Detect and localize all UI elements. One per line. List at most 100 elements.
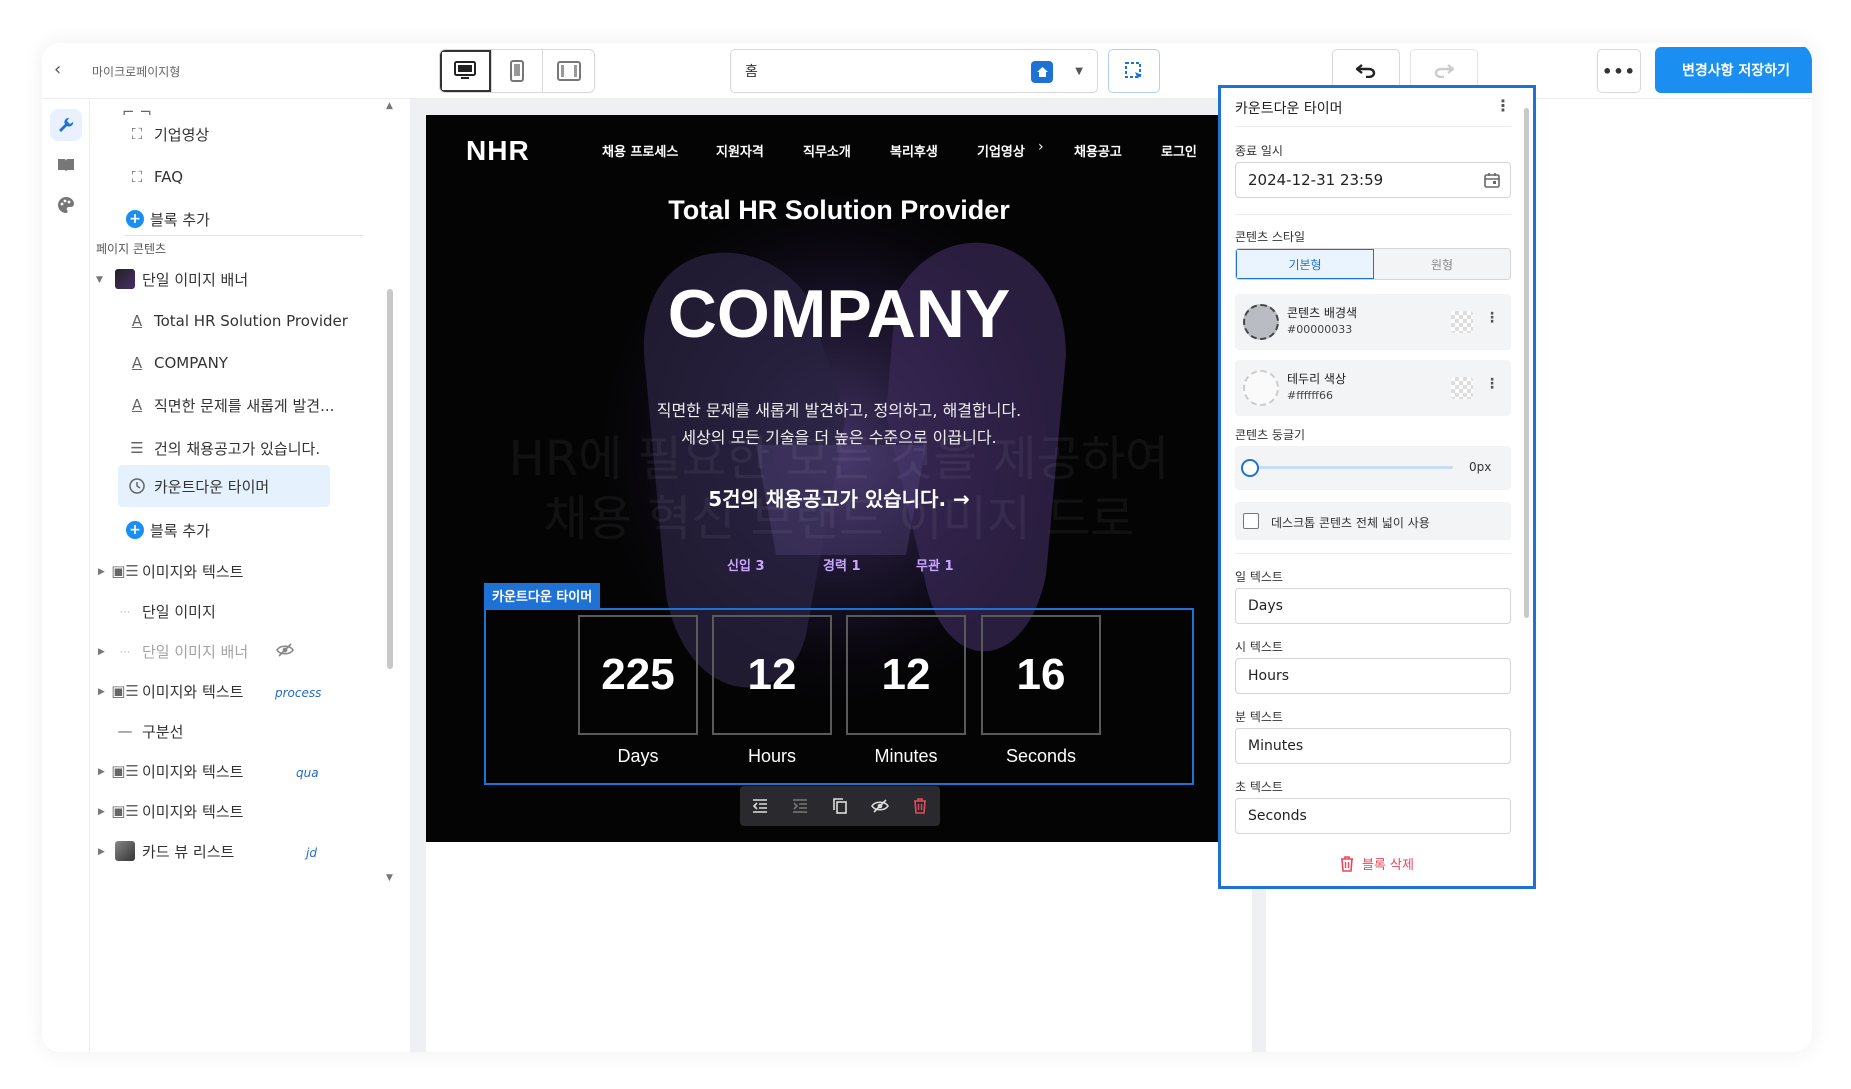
add-block-button-banner[interactable]: + 블록 추가 [126, 517, 210, 543]
tree-item-block[interactable]: 카드 뷰 리스트 [114, 837, 234, 865]
more-options-button[interactable]: ••• [1597, 49, 1641, 93]
left-panel-scrollbar[interactable]: ▲ ▼ [382, 99, 398, 1052]
desktop-view-button[interactable] [440, 50, 492, 92]
nav-link[interactable]: 복리후생 [890, 141, 938, 160]
caret-right-icon[interactable]: ▶ [98, 847, 105, 857]
tree-item-subtitle[interactable]: A Total HR Solution Provider [126, 308, 348, 334]
job-tag[interactable]: 경력 1 [823, 555, 861, 574]
caret-right-icon[interactable]: ▶ [98, 687, 105, 697]
tree-item-countdown[interactable]: 카운트다운 타이머 [126, 473, 269, 499]
hour-text-label: 시 텍스트 [1235, 640, 1283, 654]
page-select-value: 홈 [745, 64, 758, 80]
day-text-input[interactable]: Days [1235, 588, 1511, 624]
caret-right-icon[interactable]: ▶ [98, 647, 105, 657]
tree-item-video[interactable]: ⛶ 기업영상 [126, 121, 209, 147]
nav-link[interactable]: 직무소개 [803, 141, 851, 160]
mobile-view-button[interactable] [492, 50, 544, 92]
caret-down-icon[interactable]: ▼ [96, 275, 103, 285]
nav-link[interactable]: 지원자격 [716, 141, 764, 160]
banner-subtitle: Total HR Solution Provider [668, 195, 1010, 225]
tree-item-banner[interactable]: 단일 이미지 배너 [114, 265, 248, 293]
radius-label: 콘텐츠 둥글기 [1235, 428, 1306, 442]
trash-icon[interactable] [900, 798, 940, 814]
tree-item-block[interactable]: ▣☰ 이미지와 텍스트 [111, 677, 243, 705]
hour-text-input[interactable]: Hours [1235, 658, 1511, 694]
job-tag[interactable]: 무관 1 [916, 555, 954, 574]
caret-right-icon[interactable]: ▶ [98, 567, 105, 577]
color-swatch[interactable] [1243, 304, 1279, 340]
panel-more-icon[interactable]: ⋮ [1495, 96, 1511, 115]
caret-right-icon[interactable]: ▶ [98, 767, 105, 777]
nav-link[interactable]: 로그인 [1161, 141, 1197, 160]
wrench-icon[interactable] [50, 109, 82, 141]
tree-item-desc[interactable]: A 직면한 문제를 새롭게 발견... [126, 392, 335, 418]
color-swatch[interactable] [1243, 370, 1279, 406]
fullwidth-checkbox[interactable] [1243, 513, 1259, 529]
delete-block-label: 블록 삭제 [1362, 858, 1414, 873]
section-title: 페이지 콘텐츠 [96, 242, 167, 256]
minute-text-label: 분 텍스트 [1235, 710, 1283, 724]
tablet-view-button[interactable] [543, 50, 594, 92]
hide-eye-icon[interactable] [860, 799, 900, 813]
color-more-icon[interactable]: ⋮ [1485, 310, 1499, 326]
tree-item-label: 단일 이미지 배너 [142, 270, 249, 289]
chevron-down-icon: ▼ [1075, 66, 1083, 77]
end-date-field[interactable]: 2024-12-31 23:59 [1235, 162, 1511, 198]
bg-color-row[interactable]: 콘텐츠 배경색 #00000033 ⋮ [1235, 294, 1511, 350]
hidden-eye-icon[interactable] [276, 642, 294, 662]
settings-scroll-thumb[interactable] [1524, 108, 1529, 618]
minute-text-input[interactable]: Minutes [1235, 728, 1511, 764]
text-icon: A [131, 396, 143, 414]
countdown-hours-value: 12 [712, 615, 832, 735]
text-icon: A [131, 312, 143, 330]
block-floating-toolbar [740, 786, 940, 826]
back-icon[interactable]: ‹ [54, 59, 74, 81]
save-changes-button[interactable]: 변경사항 저장하기 [1655, 47, 1812, 93]
tree-item-block[interactable]: ▣☰ 이미지와 텍스트 [111, 797, 243, 825]
nav-link[interactable]: 기업영상 [977, 141, 1025, 160]
select-area-button[interactable] [1108, 49, 1160, 93]
radius-slider-track[interactable] [1249, 466, 1453, 469]
tree-item-block[interactable]: ▣☰ 이미지와 텍스트 [111, 757, 243, 785]
nav-link[interactable]: 채용공고 [1074, 141, 1122, 160]
border-color-row[interactable]: 테두리 색상 #ffffff66 ⋮ [1235, 360, 1511, 416]
scroll-down-icon[interactable]: ▼ [386, 873, 393, 883]
tree-item-label: 단일 이미지 [142, 602, 216, 621]
add-block-button-top[interactable]: + 블록 추가 [126, 206, 210, 232]
second-text-input[interactable]: Seconds [1235, 798, 1511, 834]
scroll-up-icon[interactable]: ▲ [386, 101, 393, 111]
outdent-icon[interactable] [740, 799, 780, 813]
banner-title: COMPANY [667, 276, 1011, 352]
color-more-icon[interactable]: ⋮ [1485, 376, 1499, 392]
calendar-icon[interactable] [1484, 172, 1500, 192]
tree-item-faq[interactable]: ⛶ FAQ [126, 164, 183, 190]
style-option-circle[interactable]: 원형 [1374, 249, 1510, 279]
tree-item-title[interactable]: A COMPANY [126, 350, 228, 376]
tree-item-block[interactable]: ▣☰ 이미지와 텍스트 [111, 557, 243, 585]
preview-below-banner [426, 842, 1252, 1052]
indent-icon[interactable] [780, 799, 820, 813]
card-thumb-icon [114, 841, 136, 861]
book-icon[interactable] [50, 149, 82, 181]
page-select[interactable]: 홈 ▼ [730, 49, 1098, 93]
tree-item-block[interactable]: ⋯ 단일 이미지 [114, 597, 216, 625]
banner-desc-line1: 직면한 문제를 새롭게 발견하고, 정의하고, 해결합니다. [656, 401, 1022, 420]
duplicate-icon[interactable] [820, 798, 860, 814]
scroll-thumb[interactable] [387, 289, 393, 669]
delete-block-button[interactable]: 블록 삭제 [1221, 854, 1533, 873]
palette-icon[interactable] [50, 189, 82, 221]
plus-circle-icon: + [126, 210, 144, 228]
content-style-label: 콘텐츠 스타일 [1235, 230, 1306, 244]
tree-item-block-hidden[interactable]: ⋯ 단일 이미지 배너 [114, 637, 249, 665]
job-tag[interactable]: 신입 3 [727, 555, 765, 574]
text-icon: A [131, 354, 143, 372]
site-logo[interactable]: NHR [466, 135, 530, 167]
radius-slider-thumb[interactable] [1241, 459, 1259, 477]
tree-item-joblist[interactable]: ☰ 건의 채용공고가 있습니다. [126, 435, 320, 461]
style-option-basic[interactable]: 기본형 [1236, 249, 1374, 279]
tree-item-block[interactable]: — 구분선 [114, 717, 184, 745]
caret-right-icon[interactable]: ▶ [98, 807, 105, 817]
nav-link[interactable]: 채용 프로세스 [602, 141, 678, 160]
image-icon: ⋯ [119, 644, 131, 658]
jobs-cta-link[interactable]: 5건의 채용공고가 있습니다. → [426, 483, 1252, 512]
